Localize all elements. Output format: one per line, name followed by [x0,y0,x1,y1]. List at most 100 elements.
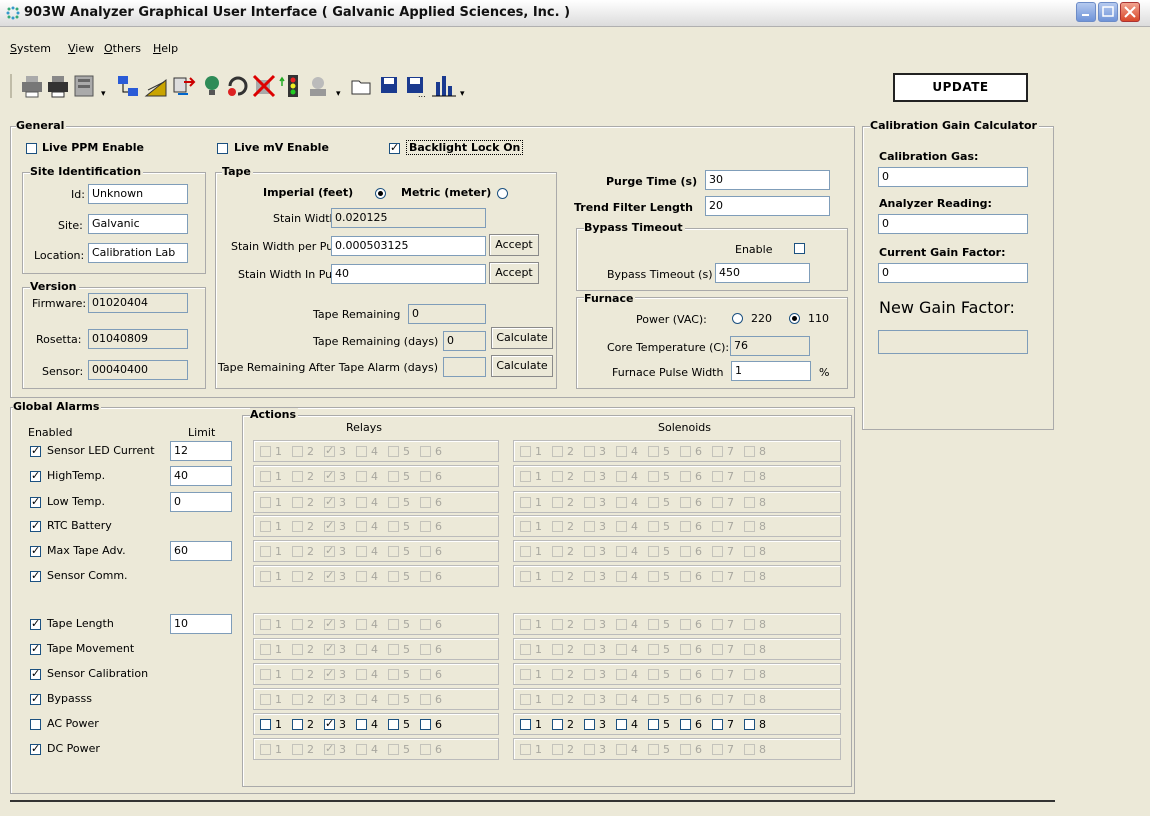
relay-checkbox-4[interactable] [356,694,367,705]
id-field[interactable]: Unknown [88,184,188,204]
stop-icon[interactable] [252,74,276,98]
solenoid-checkbox-8[interactable] [744,497,755,508]
relay-checkbox-6[interactable] [420,471,431,482]
relay-checkbox-1[interactable] [260,546,271,557]
relay-checkbox-6[interactable] [420,497,431,508]
solenoid-checkbox-3[interactable] [584,669,595,680]
alarm-enable-checkbox[interactable] [30,519,41,532]
solenoid-checkbox-3[interactable] [584,694,595,705]
toolbar-dropdown-arrow[interactable]: ▾ [101,89,106,99]
device-icon[interactable] [74,75,94,97]
folder-open-icon[interactable] [351,80,371,95]
solenoid-checkbox-6[interactable] [680,471,691,482]
solenoid-checkbox-8[interactable] [744,694,755,705]
relay-checkbox-5[interactable] [388,669,399,680]
solenoid-checkbox-7[interactable] [712,471,723,482]
solenoid-checkbox-8[interactable] [744,644,755,655]
solenoid-checkbox-1[interactable] [520,446,531,457]
solenoid-checkbox-1[interactable] [520,521,531,532]
solenoid-checkbox-5[interactable] [648,521,659,532]
solenoid-checkbox-2[interactable] [552,744,563,755]
solenoid-checkbox-2[interactable] [552,644,563,655]
relay-checkbox-3[interactable] [324,544,335,557]
solenoid-checkbox-6[interactable] [680,546,691,557]
solenoid-checkbox-6[interactable] [680,669,691,680]
menu-others[interactable]: Others [104,42,141,55]
alarm-enable-checkbox[interactable] [30,569,41,582]
relay-checkbox-1[interactable] [260,571,271,582]
alarm-enable-checkbox[interactable] [30,444,41,457]
alarm-limit-field[interactable]: 40 [170,466,232,486]
site-field[interactable]: Galvanic [88,214,188,234]
relay-checkbox-4[interactable] [356,669,367,680]
relay-checkbox-4[interactable] [356,546,367,557]
alarm-limit-field[interactable]: 10 [170,614,232,634]
relay-checkbox-4[interactable] [356,497,367,508]
menu-view[interactable]: View [68,42,94,55]
solenoid-checkbox-1[interactable] [520,619,531,630]
relay-checkbox-2[interactable] [292,497,303,508]
alarm-limit-field[interactable]: 12 [170,441,232,461]
relay-checkbox-2[interactable] [292,546,303,557]
stain-width-per-pulse-field[interactable]: 0.000503125 [331,236,486,256]
chart-icon[interactable] [432,76,456,97]
solenoid-checkbox-4[interactable] [616,546,627,557]
relay-checkbox-1[interactable] [260,644,271,655]
alarm-enable-checkbox[interactable] [30,692,41,705]
solenoid-checkbox-8[interactable] [744,471,755,482]
close-button[interactable] [1120,2,1140,22]
live-mv-checkbox[interactable] [217,143,228,154]
relay-checkbox-1[interactable] [260,446,271,457]
relay-checkbox-6[interactable] [420,571,431,582]
solenoid-checkbox-6[interactable] [680,744,691,755]
relay-checkbox-2[interactable] [292,719,303,730]
solenoid-checkbox-1[interactable] [520,719,531,730]
solenoid-checkbox-5[interactable] [648,694,659,705]
solenoid-checkbox-7[interactable] [712,719,723,730]
solenoid-checkbox-6[interactable] [680,694,691,705]
relay-checkbox-3[interactable] [324,742,335,755]
solenoid-checkbox-3[interactable] [584,644,595,655]
solenoid-checkbox-4[interactable] [616,719,627,730]
solenoid-checkbox-6[interactable] [680,644,691,655]
accept-in-pulses-button[interactable]: Accept [489,262,539,284]
solenoid-checkbox-7[interactable] [712,546,723,557]
solenoid-checkbox-2[interactable] [552,719,563,730]
relay-checkbox-5[interactable] [388,694,399,705]
solenoid-checkbox-5[interactable] [648,744,659,755]
solenoid-checkbox-4[interactable] [616,446,627,457]
solenoid-checkbox-2[interactable] [552,446,563,457]
relay-checkbox-5[interactable] [388,619,399,630]
solenoid-checkbox-4[interactable] [616,744,627,755]
solenoid-checkbox-4[interactable] [616,571,627,582]
relay-checkbox-1[interactable] [260,719,271,730]
solenoid-checkbox-8[interactable] [744,619,755,630]
refresh-icon[interactable] [228,76,248,96]
imperial-radio[interactable] [375,188,386,199]
solenoid-checkbox-3[interactable] [584,446,595,457]
solenoid-checkbox-3[interactable] [584,521,595,532]
solenoid-checkbox-8[interactable] [744,669,755,680]
current-gain-factor-field[interactable]: 0 [878,263,1028,283]
relay-checkbox-3[interactable] [324,495,335,508]
relay-checkbox-2[interactable] [292,644,303,655]
alarm-enable-checkbox[interactable] [30,495,41,508]
solenoid-checkbox-7[interactable] [712,619,723,630]
network-icon[interactable] [118,76,138,96]
relay-checkbox-3[interactable] [324,642,335,655]
relay-checkbox-6[interactable] [420,669,431,680]
ramp-icon[interactable] [144,78,167,97]
relay-checkbox-2[interactable] [292,744,303,755]
relay-checkbox-1[interactable] [260,669,271,680]
stain-width-in-pulses-field[interactable]: 40 [331,264,486,284]
relay-checkbox-5[interactable] [388,744,399,755]
alarm-enable-checkbox[interactable] [30,544,41,557]
relay-checkbox-3[interactable] [324,617,335,630]
trend-filter-field[interactable]: 20 [705,196,830,216]
power-220-radio[interactable] [732,313,743,324]
user-icon[interactable] [310,77,326,96]
solenoid-checkbox-7[interactable] [712,446,723,457]
solenoid-checkbox-1[interactable] [520,546,531,557]
solenoid-checkbox-5[interactable] [648,497,659,508]
solenoid-checkbox-2[interactable] [552,669,563,680]
